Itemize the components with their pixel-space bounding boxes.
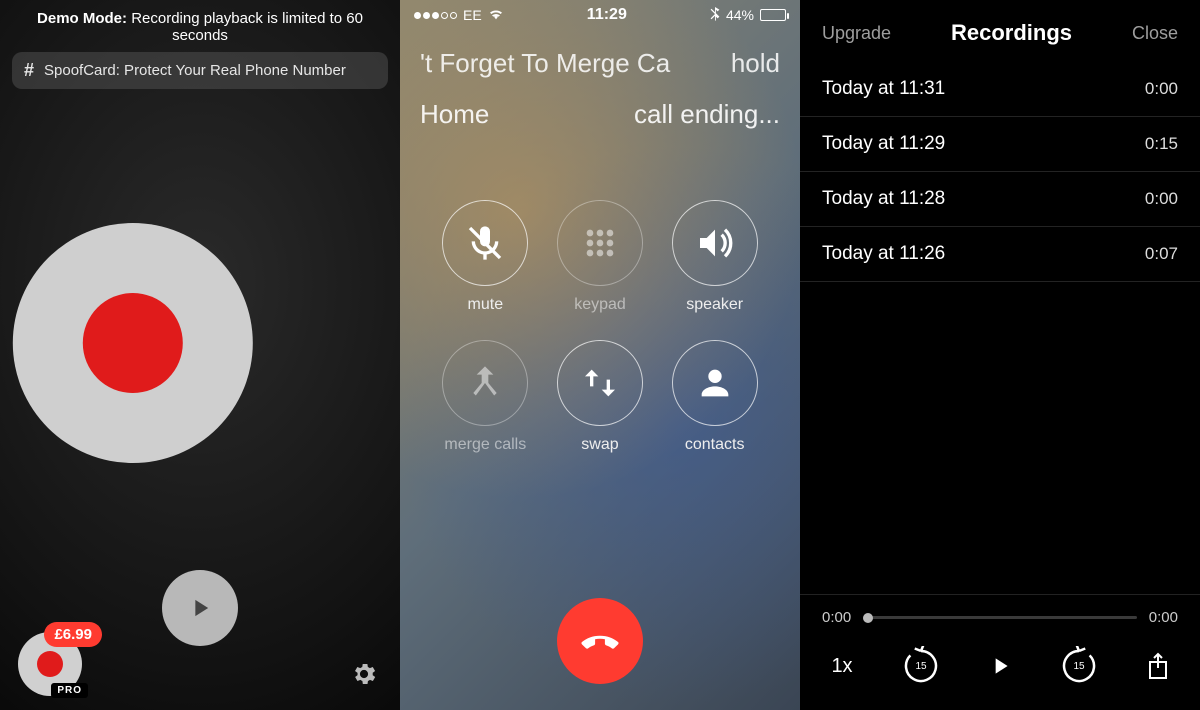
bluetooth-icon [710, 7, 720, 24]
recording-duration: 0:15 [1145, 134, 1178, 154]
battery-text: 44% [726, 7, 754, 23]
recording-row[interactable]: Today at 11:31 0:00 [800, 62, 1200, 117]
battery-icon [760, 9, 786, 21]
status-time: 11:29 [587, 6, 627, 24]
skip-back-button[interactable]: 15 [901, 646, 941, 686]
call-info: 't Forget To Merge Ca hold Home call end… [400, 30, 800, 140]
promo-text: SpoofCard: Protect Your Real Phone Numbe… [44, 62, 346, 79]
close-button[interactable]: Close [1132, 23, 1178, 44]
keypad-icon [580, 223, 620, 263]
play-icon [987, 653, 1013, 679]
wifi-icon [488, 7, 504, 23]
recording-row[interactable]: Today at 11:29 0:15 [800, 117, 1200, 172]
record-screen: Demo Mode: Recording playback is limited… [0, 0, 400, 710]
speaker-icon [695, 223, 735, 263]
recording-duration: 0:07 [1145, 244, 1178, 264]
upgrade-button[interactable]: Upgrade [822, 23, 891, 44]
record-dot-icon [83, 293, 183, 393]
contacts-button[interactable]: contacts [672, 340, 758, 454]
recording-row[interactable]: Today at 11:26 0:07 [800, 227, 1200, 282]
recording-row[interactable]: Today at 11:28 0:00 [800, 172, 1200, 227]
speaker-button[interactable]: speaker [672, 200, 758, 314]
recording-duration: 0:00 [1145, 79, 1178, 99]
demo-mode-banner: Demo Mode: Recording playback is limited… [0, 0, 400, 50]
player-total-time: 0:00 [1149, 609, 1178, 626]
record-dot-icon [37, 651, 63, 677]
pro-upsell-button[interactable]: £6.99 PRO [18, 632, 82, 696]
end-call-icon [579, 620, 621, 662]
recordings-list: Today at 11:31 0:00 Today at 11:29 0:15 … [800, 62, 1200, 282]
share-icon [1146, 652, 1170, 680]
pro-label: PRO [51, 683, 88, 698]
player-bar: 0:00 0:00 1x 15 15 [800, 594, 1200, 710]
hash-icon: # [24, 60, 34, 81]
gear-icon [350, 660, 378, 688]
share-button[interactable] [1138, 646, 1178, 686]
play-icon [186, 594, 214, 622]
call-status: call ending... [634, 99, 780, 130]
settings-button[interactable] [350, 660, 378, 688]
merge-calls-button[interactable]: merge calls [442, 340, 528, 454]
merge-reminder-text: 't Forget To Merge Ca [420, 48, 670, 79]
recording-duration: 0:00 [1145, 189, 1178, 209]
scrubber[interactable] [863, 616, 1137, 619]
caller-name: Home [420, 99, 489, 130]
price-badge: £6.99 [44, 622, 102, 647]
play-button[interactable] [980, 646, 1020, 686]
play-recordings-button[interactable] [162, 570, 238, 646]
call-screen: EE 11:29 44% 't Forget To Merge Ca hold … [400, 0, 800, 710]
swap-icon [580, 363, 620, 403]
swap-button[interactable]: swap [557, 340, 643, 454]
spoofcard-promo-banner[interactable]: # SpoofCard: Protect Your Real Phone Num… [12, 52, 388, 89]
page-title: Recordings [951, 20, 1072, 46]
recording-label: Today at 11:28 [822, 188, 945, 210]
merge-icon [465, 363, 505, 403]
recording-label: Today at 11:29 [822, 133, 945, 155]
mute-icon [465, 223, 505, 263]
player-current-time: 0:00 [822, 609, 851, 626]
recordings-screen: Upgrade Recordings Close Today at 11:31 … [800, 0, 1200, 710]
hold-label: hold [731, 48, 780, 79]
skip-forward-button[interactable]: 15 [1059, 646, 1099, 686]
recording-label: Today at 11:26 [822, 243, 945, 265]
playback-speed-button[interactable]: 1x [822, 646, 862, 686]
end-call-button[interactable] [557, 598, 643, 684]
mute-button[interactable]: mute [442, 200, 528, 314]
signal-icon [414, 12, 457, 19]
keypad-button[interactable]: keypad [557, 200, 643, 314]
contacts-icon [695, 363, 735, 403]
record-button[interactable] [13, 223, 253, 463]
carrier-label: EE [463, 7, 482, 23]
recording-label: Today at 11:31 [822, 78, 945, 100]
status-bar: EE 11:29 44% [400, 0, 800, 30]
